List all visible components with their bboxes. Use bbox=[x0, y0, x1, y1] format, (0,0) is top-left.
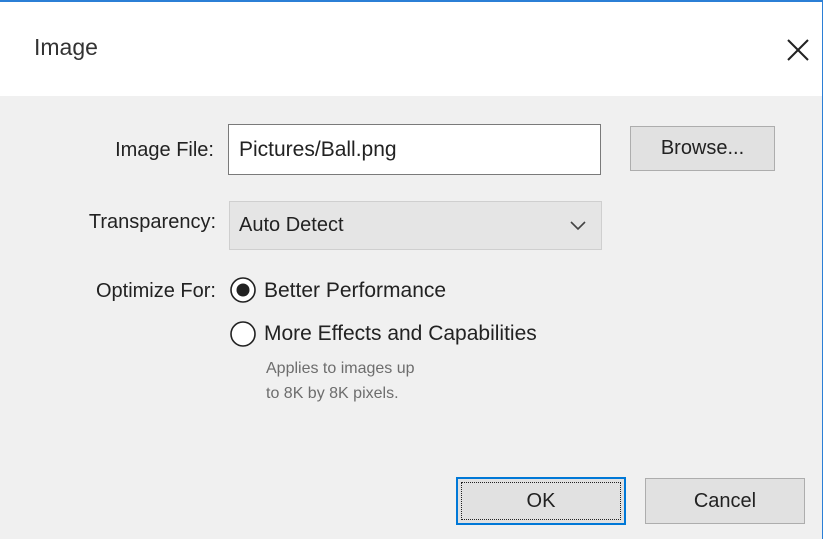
close-button[interactable] bbox=[782, 34, 814, 66]
image-file-label: Image File: bbox=[115, 139, 214, 161]
optimize-for-label: Optimize For: bbox=[95, 280, 216, 302]
hint-text-line2: to 8K by 8K pixels. bbox=[266, 385, 399, 402]
radio-unselected-icon bbox=[230, 321, 256, 347]
chevron-down-icon bbox=[570, 221, 586, 231]
dialog-title: Image bbox=[34, 34, 98, 60]
image-dialog: Image Image File: Browse... Transparency… bbox=[0, 0, 823, 539]
better-performance-label[interactable]: Better Performance bbox=[264, 279, 446, 303]
cancel-button[interactable]: Cancel bbox=[645, 478, 805, 524]
hint-text-line1: Applies to images up bbox=[266, 360, 415, 377]
more-effects-label[interactable]: More Effects and Capabilities bbox=[264, 322, 537, 346]
transparency-selected-value: Auto Detect bbox=[239, 214, 344, 236]
title-bar: Image bbox=[0, 2, 822, 96]
more-effects-radio[interactable] bbox=[229, 320, 257, 348]
browse-button[interactable]: Browse... bbox=[630, 126, 775, 171]
close-icon bbox=[787, 39, 809, 61]
ok-button[interactable]: OK bbox=[456, 477, 626, 525]
image-file-input[interactable] bbox=[228, 124, 601, 175]
transparency-dropdown[interactable]: Auto Detect bbox=[229, 201, 602, 250]
better-performance-radio[interactable] bbox=[229, 276, 257, 304]
focus-ring bbox=[461, 482, 621, 520]
transparency-label: Transparency: bbox=[88, 211, 216, 233]
radio-selected-icon bbox=[230, 277, 256, 303]
